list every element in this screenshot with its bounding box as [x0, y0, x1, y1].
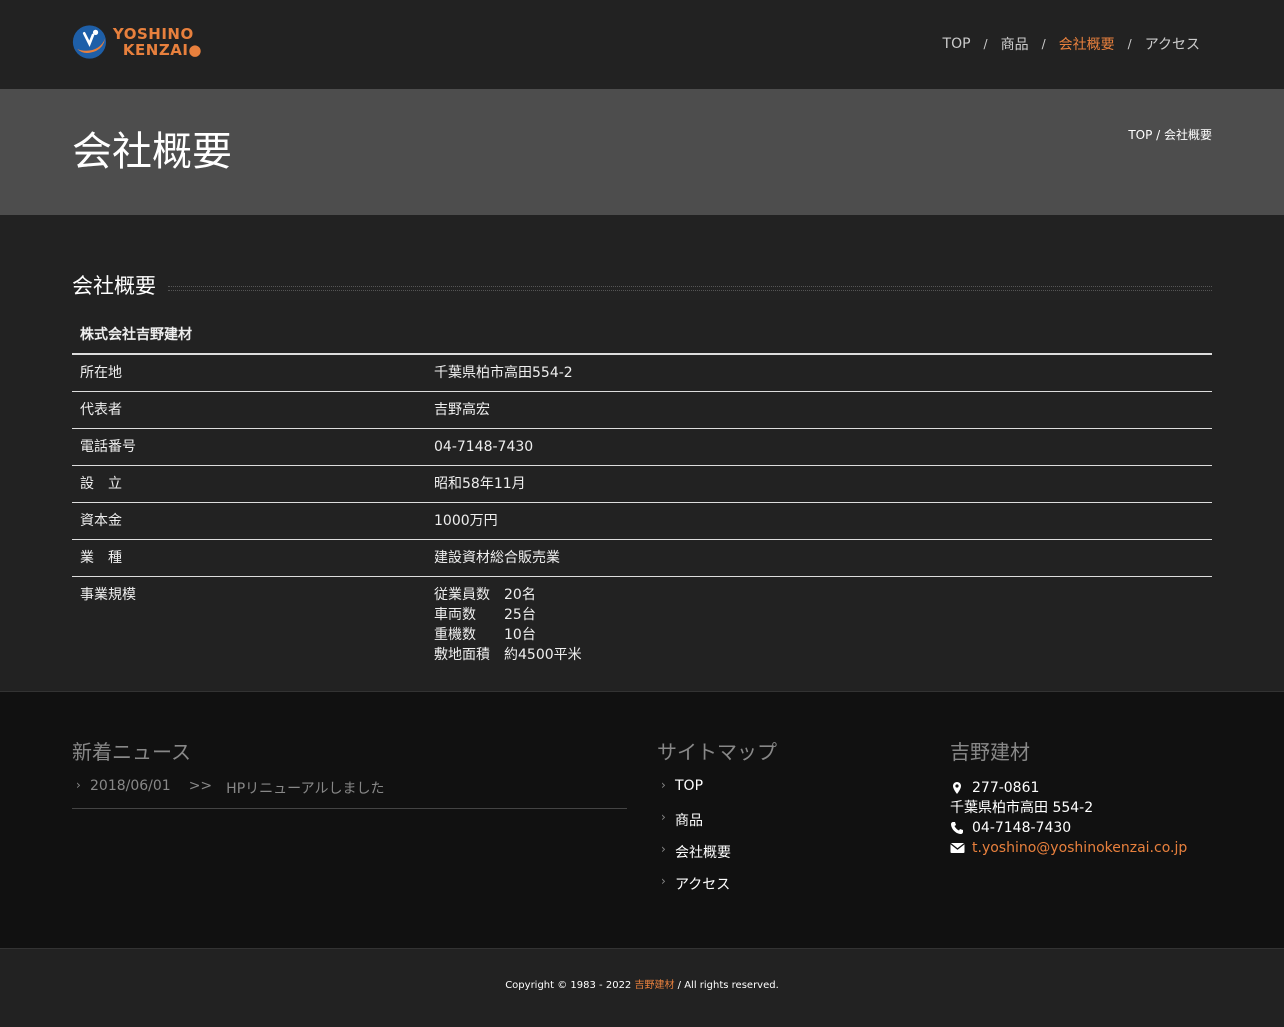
site-header: YOSHINO KENZAI● TOP / 商品 / 会社概要 / アクセス	[0, 0, 1284, 89]
table-row: 資本金 1000万円	[72, 502, 1212, 540]
copyright-suffix: / All rights reserved.	[674, 980, 779, 991]
scale-label: 従業員数	[434, 587, 490, 603]
row-value-established: 昭和58年11月	[426, 465, 1212, 503]
logo-line2: KENZAI●	[122, 41, 202, 59]
section-title: 会社概要	[72, 274, 156, 298]
row-key-established: 設 立	[72, 465, 426, 503]
scale-line: 敷地面積 約4500平米	[434, 645, 1204, 665]
copyright: Copyright © 1983 - 2022 吉野建材 / All right…	[0, 976, 1284, 991]
nav-separator: /	[1041, 37, 1046, 51]
row-key-phone: 電話番号	[72, 428, 426, 466]
table-header-row: 株式会社吉野建材	[72, 315, 1212, 355]
table-row: 所在地 千葉県柏市高田554-2	[72, 354, 1212, 392]
phone-row: 04-7148-7430	[950, 818, 1187, 838]
logo-line2-text: KENZAI	[122, 41, 189, 59]
nav-item-company[interactable]: 会社概要	[1059, 34, 1115, 54]
table-row: 設 立 昭和58年11月	[72, 465, 1212, 503]
site-logo[interactable]: YOSHINO KENZAI●	[72, 22, 202, 62]
page-title: 会社概要	[72, 129, 232, 175]
sitemap-item: › 会社概要	[657, 842, 731, 874]
nav-item-top[interactable]: TOP	[943, 36, 971, 52]
news-arrow: >>	[188, 778, 213, 794]
row-value-capital: 1000万円	[426, 502, 1212, 540]
table-row: 代表者 吉野高宏	[72, 391, 1212, 429]
sitemap-heading: サイトマップ	[657, 740, 777, 764]
main-nav: TOP / 商品 / 会社概要 / アクセス	[943, 34, 1200, 54]
news-item[interactable]: › 2018/06/01 >> HPリニューアルしました	[72, 778, 627, 809]
table-row: 電話番号 04-7148-7430	[72, 428, 1212, 466]
chevron-right-icon: ›	[661, 778, 666, 792]
nav-separator: /	[983, 37, 988, 51]
row-key-capital: 資本金	[72, 502, 426, 540]
scale-label: 重機数	[434, 627, 476, 643]
scale-value: 20名	[504, 587, 536, 603]
breadcrumb[interactable]: TOP / 会社概要	[1128, 126, 1212, 143]
news-text[interactable]: HPリニューアルしました	[226, 778, 384, 798]
map-marker-icon	[950, 781, 972, 795]
scale-line: 車両数 25台	[434, 605, 1204, 625]
scale-value: 約4500平米	[504, 647, 582, 663]
copyright-bar: Copyright © 1983 - 2022 吉野建材 / All right…	[0, 948, 1284, 1027]
row-key-scale: 事業規模	[80, 587, 136, 603]
table-header: 株式会社吉野建材	[72, 315, 1212, 355]
company-heading: 吉野建材	[950, 740, 1030, 764]
scale-line: 従業員数 20名	[434, 585, 1204, 605]
footer-address: 千葉県柏市高田 554-2	[950, 800, 1094, 816]
postal-row: 277-0861	[950, 778, 1187, 798]
scale-value: 25台	[504, 607, 536, 623]
section-divider	[168, 285, 1212, 291]
row-value-scale: 従業員数 20名 車両数 25台 重機数 10台 敷地面積 約4500平米	[426, 577, 1212, 674]
logo-line1: YOSHINO	[112, 25, 194, 43]
sitemap-item: › アクセス	[657, 874, 731, 906]
row-value-address: 千葉県柏市高田554-2	[426, 354, 1212, 392]
envelope-icon	[950, 842, 972, 854]
row-key-address: 所在地	[72, 354, 426, 392]
chevron-right-icon: ›	[76, 778, 81, 792]
row-value-representative: 吉野高宏	[426, 391, 1212, 429]
scale-label: 敷地面積	[434, 647, 490, 663]
table-row: 業 種 建設資材総合販売業	[72, 539, 1212, 577]
row-value-industry: 建設資材総合販売業	[426, 539, 1212, 577]
nav-item-access[interactable]: アクセス	[1145, 34, 1200, 54]
row-value-phone: 04-7148-7430	[426, 428, 1212, 466]
company-contact: 277-0861 千葉県柏市高田 554-2 04-7148-7430 t.yo…	[950, 778, 1187, 858]
sitemap-list: › TOP › 商品 › 会社概要 › アクセス	[657, 778, 731, 906]
scale-line: 重機数 10台	[434, 625, 1204, 645]
company-info-table: 株式会社吉野建材 所在地 千葉県柏市高田554-2 代表者 吉野高宏 電話番号 …	[72, 315, 1212, 673]
logo-text: YOSHINO KENZAI●	[113, 26, 202, 58]
page-title-bar: 会社概要 TOP / 会社概要	[0, 89, 1284, 215]
news-heading: 新着ニュース	[72, 740, 191, 764]
nav-separator: /	[1127, 37, 1132, 51]
nav-item-products[interactable]: 商品	[1001, 34, 1029, 54]
scale-label: 車両数	[434, 607, 476, 623]
news-date: 2018/06/01	[90, 778, 171, 794]
copyright-link[interactable]: 吉野建材	[634, 980, 674, 991]
sitemap-item: › 商品	[657, 810, 731, 842]
postal-code: 277-0861	[972, 780, 1040, 796]
chevron-right-icon: ›	[661, 842, 666, 856]
phone-icon	[950, 821, 972, 835]
scale-value: 10台	[504, 627, 536, 643]
site-footer: 新着ニュース › 2018/06/01 >> HPリニューアルしました サイトマ…	[0, 691, 1284, 948]
copyright-prefix: Copyright © 1983 - 2022	[505, 980, 635, 991]
sitemap-link-products[interactable]: 商品	[675, 810, 703, 830]
sitemap-link-top[interactable]: TOP	[675, 778, 703, 794]
chevron-right-icon: ›	[661, 874, 666, 888]
sitemap-link-access[interactable]: アクセス	[675, 874, 730, 894]
logo-mark-icon	[72, 25, 107, 59]
section-heading: 会社概要	[72, 270, 1212, 300]
row-key-industry: 業 種	[72, 539, 426, 577]
sitemap-item: › TOP	[657, 778, 731, 810]
chevron-right-icon: ›	[661, 810, 666, 824]
table-row: 事業規模 従業員数 20名 車両数 25台 重機数 10台 敷地面積 約4500平米	[72, 577, 1212, 674]
sitemap-link-company[interactable]: 会社概要	[675, 842, 731, 862]
footer-email-link[interactable]: t.yoshino@yoshinokenzai.co.jp	[972, 838, 1187, 858]
footer-phone: 04-7148-7430	[972, 820, 1072, 836]
row-key-representative: 代表者	[72, 391, 426, 429]
email-row: t.yoshino@yoshinokenzai.co.jp	[950, 838, 1187, 858]
